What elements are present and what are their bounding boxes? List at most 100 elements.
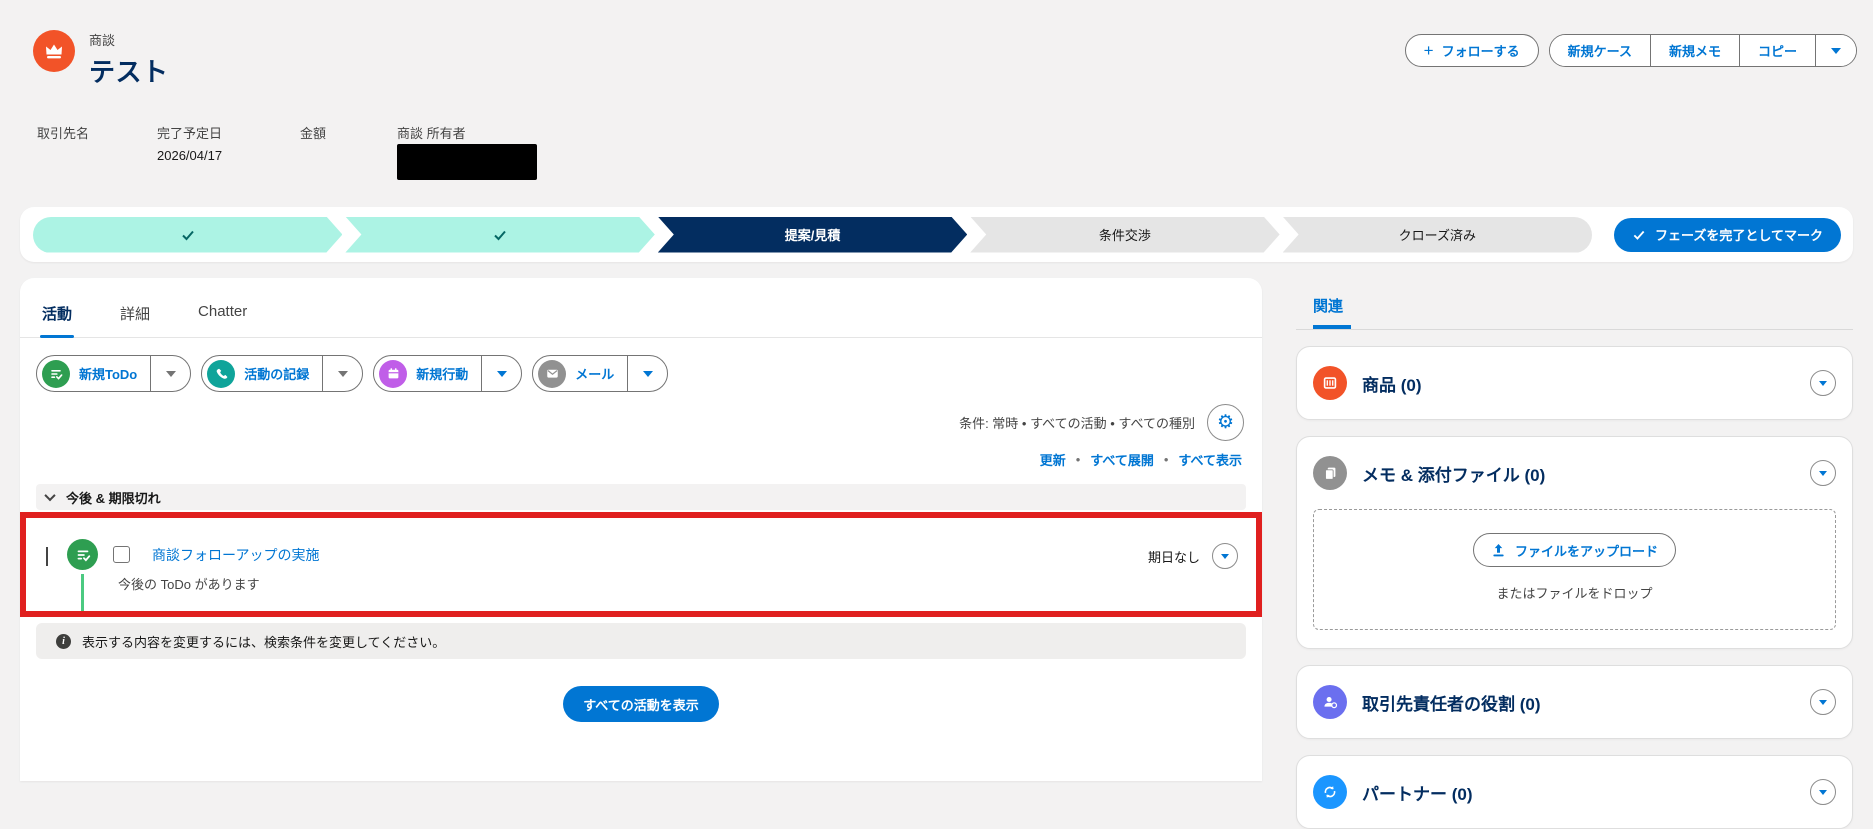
- link-separator: •: [1075, 452, 1081, 467]
- email-button[interactable]: メール: [533, 356, 627, 391]
- upload-files-button[interactable]: ファイルをアップロード: [1472, 533, 1676, 567]
- field-owner: 商談 所有者: [397, 123, 537, 180]
- new-task-button[interactable]: 新規ToDo: [37, 356, 150, 391]
- chevron-down-icon: [1221, 553, 1229, 559]
- email-dropdown[interactable]: [627, 356, 667, 391]
- file-dropzone[interactable]: ファイルをアップロード またはファイルをドロップ: [1313, 509, 1836, 630]
- chevron-down-icon: [1819, 380, 1827, 386]
- field-value: 2026/04/17: [157, 148, 223, 163]
- activity-panel: 活動 詳細 Chatter 新規ToDo 活動の記録 新規行動 メール 条件: …: [20, 278, 1262, 781]
- notes-icon: [1313, 456, 1347, 490]
- card-dropdown-button[interactable]: [1810, 370, 1836, 396]
- path-stage-2-complete[interactable]: [345, 217, 654, 253]
- new-event-button-group: 新規行動: [373, 355, 523, 392]
- task-title-link[interactable]: 商談フォローアップの実施: [152, 545, 319, 565]
- email-button-group: メール: [532, 355, 669, 392]
- related-card-header[interactable]: 商品 (0): [1297, 347, 1852, 419]
- check-icon: [179, 226, 197, 244]
- page-title: テスト: [89, 57, 169, 87]
- task-actions-dropdown[interactable]: [1212, 543, 1238, 569]
- related-card-header[interactable]: 取引先責任者の役割 (0): [1297, 666, 1852, 738]
- new-event-button[interactable]: 新規行動: [374, 356, 481, 391]
- check-icon: [491, 226, 509, 244]
- path-stage-negotiation[interactable]: 条件交渉: [970, 217, 1279, 253]
- task-expand-chevron[interactable]: [46, 547, 48, 567]
- log-a-call-dropdown[interactable]: [322, 356, 362, 391]
- task-subtitle: 今後の ToDo があります: [118, 577, 260, 592]
- view-all-activities-wrap: すべての活動を表示: [20, 686, 1262, 722]
- related-card-header[interactable]: パートナー (0): [1297, 756, 1852, 828]
- path-stage-1-complete[interactable]: [33, 217, 342, 253]
- path-track: 提案/見積 条件交渉 クローズ済み: [33, 216, 1593, 253]
- card-dropdown-button[interactable]: [1810, 779, 1836, 805]
- related-card-header[interactable]: メモ & 添付ファイル (0): [1297, 437, 1852, 509]
- record-header: 商談 テスト: [33, 30, 169, 89]
- card-title-text: パートナー: [1362, 784, 1447, 804]
- main-tabs: 活動 詳細 Chatter: [20, 278, 1262, 338]
- card-title: パートナー (0): [1362, 780, 1473, 805]
- view-all-link[interactable]: すべて表示: [1178, 450, 1242, 469]
- email-icon: [538, 359, 567, 388]
- plus-icon: +: [1423, 41, 1434, 60]
- view-all-activities-button[interactable]: すべての活動を表示: [563, 686, 719, 722]
- new-task-label: 新規ToDo: [79, 367, 138, 382]
- related-card-partners: パートナー (0): [1296, 755, 1853, 829]
- more-actions-button[interactable]: [1816, 35, 1856, 66]
- related-sidebar: 関連 商品 (0) メモ & 添付ファイル (0) ファイルをアップロード また…: [1296, 295, 1853, 829]
- expand-all-link[interactable]: すべて展開: [1090, 450, 1154, 469]
- tab-chatter[interactable]: Chatter: [196, 278, 249, 337]
- log-a-call-button[interactable]: 活動の記録: [202, 356, 322, 391]
- log-a-call-label: 活動の記録: [244, 367, 310, 382]
- mark-stage-complete-button[interactable]: フェーズを完了としてマーク: [1614, 217, 1841, 252]
- activity-composer: 新規ToDo 活動の記録 新規行動 メール: [20, 338, 1262, 392]
- field-close-date: 完了予定日 2026/04/17: [157, 123, 300, 180]
- card-count: (0): [1519, 694, 1541, 714]
- new-case-button[interactable]: 新規ケース: [1549, 35, 1651, 66]
- card-count: (0): [1524, 465, 1546, 485]
- event-icon: [379, 359, 408, 388]
- log-a-call-icon: [207, 359, 236, 388]
- entity-label: 商談: [89, 33, 116, 48]
- chevron-down-icon: [1831, 47, 1841, 54]
- task-checkbox[interactable]: [113, 546, 130, 563]
- chevron-right-icon: [46, 547, 48, 566]
- card-title: メモ & 添付ファイル (0): [1362, 461, 1545, 486]
- task-icon: [67, 539, 98, 570]
- timeline-connector: [81, 574, 84, 611]
- tab-details[interactable]: 詳細: [118, 278, 152, 337]
- filter-settings-button[interactable]: ⚙: [1207, 404, 1244, 441]
- sales-path: 提案/見積 条件交渉 クローズ済み フェーズを完了としてマーク: [20, 207, 1853, 262]
- new-note-button[interactable]: 新規メモ: [1650, 35, 1740, 66]
- copy-button[interactable]: コピー: [1739, 35, 1816, 66]
- related-card-products: 商品 (0): [1296, 346, 1853, 420]
- header-actions: + フォローする 新規ケース 新規メモ コピー: [1404, 34, 1857, 67]
- refresh-link[interactable]: 更新: [1040, 450, 1066, 469]
- field-label: 商談 所有者: [397, 126, 466, 141]
- card-title-text: 商品: [1362, 375, 1396, 395]
- tab-activity[interactable]: 活動: [40, 278, 75, 338]
- mark-stage-complete-label: フェーズを完了としてマーク: [1655, 228, 1823, 243]
- new-task-dropdown[interactable]: [150, 356, 190, 391]
- task-due-label: 期日なし: [1147, 549, 1200, 565]
- field-label: 金額: [300, 126, 327, 141]
- card-title-text: 取引先責任者の役割: [1362, 694, 1515, 714]
- highlights-panel: 取引先名 完了予定日 2026/04/17 金額 商談 所有者: [37, 123, 537, 180]
- card-dropdown-button[interactable]: [1810, 689, 1836, 715]
- card-count: (0): [1451, 784, 1473, 804]
- card-title: 商品 (0): [1362, 371, 1422, 396]
- upcoming-overdue-section-header[interactable]: 今後 & 期限切れ: [36, 484, 1246, 510]
- drop-files-hint: またはファイルをドロップ: [1496, 586, 1653, 601]
- path-stage-closed[interactable]: クローズ済み: [1282, 216, 1593, 253]
- info-icon: i: [56, 633, 71, 649]
- follow-button[interactable]: + フォローする: [1404, 34, 1539, 67]
- new-event-dropdown[interactable]: [481, 356, 521, 391]
- gear-icon: ⚙: [1216, 412, 1235, 433]
- upload-files-label: ファイルをアップロード: [1514, 543, 1658, 559]
- chevron-down-icon: [165, 370, 176, 377]
- card-dropdown-button[interactable]: [1810, 460, 1836, 486]
- task-due-area: 期日なし: [1148, 543, 1238, 569]
- path-stage-proposal[interactable]: 提案/見積: [658, 217, 967, 253]
- follow-button-label: フォローする: [1441, 44, 1520, 59]
- field-label: 完了予定日: [157, 126, 223, 141]
- tab-related[interactable]: 関連: [1313, 295, 1352, 329]
